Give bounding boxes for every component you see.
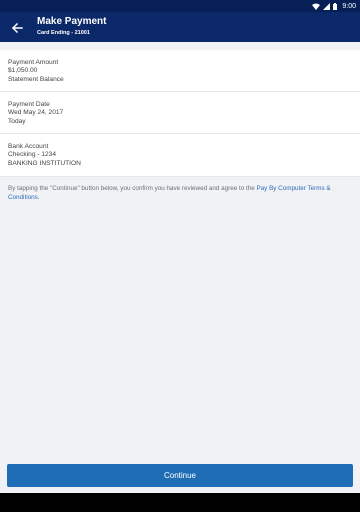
bank-account-section[interactable]: Bank Account Checking - 1234 BANKING INS… <box>0 134 360 177</box>
navigation-bar <box>0 493 360 512</box>
payment-amount-section[interactable]: Payment Amount $1,050.00 Statement Balan… <box>0 50 360 92</box>
page-subtitle: Card Ending - 21001 <box>37 30 90 36</box>
arrow-left-icon[interactable] <box>11 21 23 34</box>
continue-button[interactable]: Continue <box>7 464 353 487</box>
payment-date-value: Wed May 24, 2017 <box>8 109 64 117</box>
terms-disclaimer: By tapping the "Continue" button below, … <box>8 185 348 202</box>
app-bar: Make Payment Card Ending - 21001 <box>0 12 360 42</box>
payment-details: Payment Amount $1,050.00 Statement Balan… <box>0 42 360 461</box>
payment-date-detail: Today <box>8 117 26 125</box>
disclaimer-text: By tapping the "Continue" button below, … <box>8 185 255 192</box>
status-time: 9:00 <box>342 2 356 10</box>
payment-amount-value: $1,050.00 <box>8 67 38 75</box>
bank-account-value: Checking - 1234 <box>8 151 57 159</box>
payment-amount-label: Payment Amount <box>8 59 59 66</box>
continue-bar: Continue <box>0 461 360 491</box>
page-title: Make Payment <box>37 16 107 27</box>
payment-date-label: Payment Date <box>8 101 50 108</box>
status-bar: 9:00 <box>0 0 360 12</box>
disclaimer-end: . <box>37 193 40 201</box>
bank-account-detail: BANKING INSTITUTION <box>8 159 81 167</box>
payment-date-section[interactable]: Payment Date Wed May 24, 2017 Today <box>0 92 360 134</box>
payment-amount-detail: Statement Balance <box>8 75 64 83</box>
bank-account-label: Bank Account <box>8 143 49 150</box>
